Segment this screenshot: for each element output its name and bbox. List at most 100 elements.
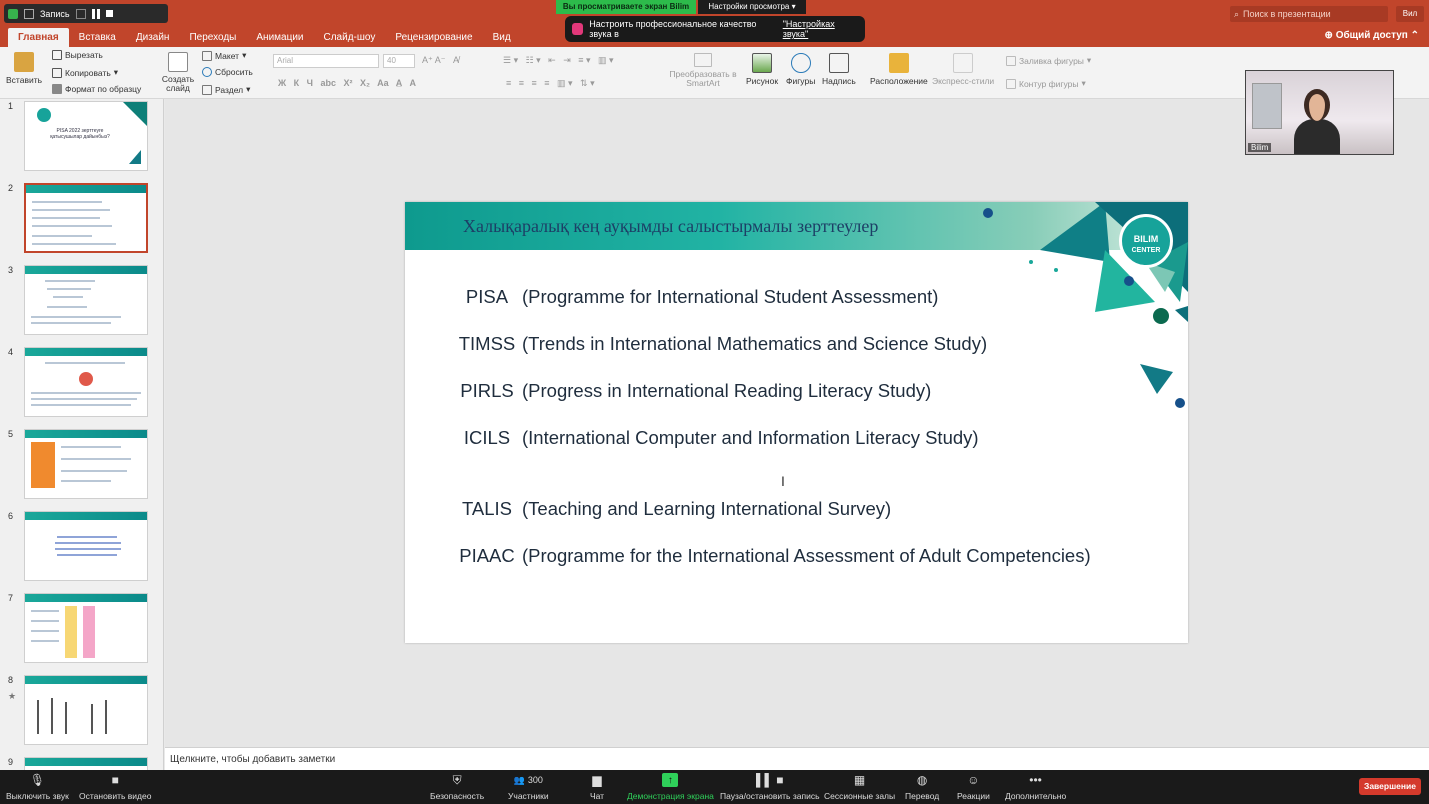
- zoom-toolbar: 🎙 Выключить звук ■ Остановить видео ⛨ Безоп…: [0, 770, 1429, 804]
- share-screen-icon: ↑: [662, 773, 679, 787]
- audio-settings-link[interactable]: "Настройках звука": [783, 19, 858, 39]
- shapes-button[interactable]: Фигуры: [786, 53, 815, 86]
- reactions-button[interactable]: ☺ Реакции: [957, 773, 990, 801]
- study-item-talis[interactable]: TALIS (Teaching and Learning Internationa…: [452, 498, 891, 520]
- arrange-button[interactable]: Расположение: [870, 53, 928, 86]
- study-item-icils[interactable]: ICILS (International Computer and Informa…: [452, 427, 979, 449]
- slide-thumbnail[interactable]: 3: [0, 263, 163, 339]
- reset-button[interactable]: Сбросить: [202, 67, 253, 77]
- deco-dot: [1175, 398, 1185, 408]
- font-size-select[interactable]: 40: [383, 54, 415, 68]
- font-size-controls[interactable]: A⁺ A⁻ A̸: [422, 55, 459, 66]
- text-style-buttons[interactable]: Ж К Ч abc X² X₂ Aa A̲ A: [278, 78, 416, 88]
- share-banner: Вы просматриваете экран Bilim: [556, 0, 696, 14]
- study-item-pisa[interactable]: PISA (Programme for International Student…: [452, 286, 939, 308]
- mute-button[interactable]: 🎙 Выключить звук: [6, 773, 69, 801]
- end-meeting-button[interactable]: Завершение: [1359, 778, 1421, 795]
- deco-dot: [1054, 268, 1058, 272]
- shape-fill-button[interactable]: Заливка фигуры ▾: [1006, 55, 1091, 66]
- slide-thumbnail[interactable]: 7: [0, 591, 163, 667]
- shapes-icon: [790, 53, 811, 73]
- study-item-pirls[interactable]: PIRLS (Progress in International Reading …: [452, 380, 931, 402]
- study-item-timss[interactable]: TIMSS (Trends in International Mathematic…: [452, 333, 987, 355]
- participant-video: [1294, 89, 1340, 154]
- align-buttons[interactable]: ≡ ≡ ≡ ≡ ▥ ▾ ⇅ ▾: [506, 78, 595, 89]
- star-icon: ★: [8, 691, 17, 701]
- textbox-button[interactable]: Надпись: [822, 53, 856, 86]
- tab-design[interactable]: Дизайн: [126, 28, 180, 47]
- layout-icon: [202, 50, 212, 61]
- view-settings-button[interactable]: Настройки просмотра ▾: [698, 0, 806, 14]
- pause-recording-button[interactable]: ▌▌ ■ Пауза/остановить запись: [720, 773, 820, 801]
- fill-icon: [1006, 55, 1016, 66]
- deco-triangle: [1040, 202, 1110, 262]
- participants-button[interactable]: 👥 300 Участники: [508, 773, 549, 802]
- search-input[interactable]: Поиск в презентации: [1243, 9, 1331, 19]
- stop-icon[interactable]: [105, 10, 113, 17]
- new-slide-button[interactable]: Создать слайд: [160, 52, 196, 93]
- quick-styles-button[interactable]: Экспресс-стили: [932, 53, 994, 86]
- deco-dot: [1124, 276, 1134, 286]
- shape-outline-button[interactable]: Контур фигуры ▾: [1006, 78, 1086, 89]
- tab-home[interactable]: Главная: [8, 28, 69, 47]
- share-screen-button[interactable]: ↑ Демонстрация экрана: [627, 773, 714, 801]
- participant-name: Bilim: [1248, 143, 1272, 152]
- format-painter-button[interactable]: Формат по образцу: [52, 84, 141, 94]
- tab-slideshow[interactable]: Слайд-шоу: [314, 28, 386, 47]
- shield-icon: [8, 8, 18, 19]
- chat-button[interactable]: ▆ Чат: [589, 773, 605, 801]
- user-button[interactable]: Вил: [1396, 6, 1424, 22]
- translate-button[interactable]: ◍ Перевод: [905, 773, 939, 801]
- picture-button[interactable]: Рисунок: [746, 53, 778, 86]
- font-name-select[interactable]: Arial: [273, 54, 379, 68]
- pause-icon[interactable]: [91, 8, 100, 19]
- presentation-search[interactable]: ⌕ Поиск в презентации: [1230, 6, 1388, 22]
- slide-thumbnail[interactable]: 6: [0, 509, 163, 585]
- breakout-rooms-button[interactable]: ▦ Сессионные залы: [824, 773, 895, 801]
- chat-icon: ▆: [592, 773, 602, 787]
- security-button[interactable]: ⛨ Безопасность: [430, 773, 484, 802]
- tab-transitions[interactable]: Переходы: [179, 28, 246, 47]
- ribbon-home: Вставить Вырезать Копировать ▾ Формат по…: [0, 47, 1429, 99]
- webcam-video[interactable]: Bilim: [1245, 70, 1394, 155]
- slide-thumbnails-pane[interactable]: 1 PISA 2022 зерттеуге қатысушылар дайынб…: [0, 99, 164, 770]
- layout-button[interactable]: Макет ▾: [202, 50, 246, 61]
- slide-thumbnail[interactable]: 9: [0, 755, 163, 770]
- slide-thumbnail[interactable]: 1 PISA 2022 зерттеуге қатысушылар дайынб…: [0, 99, 163, 175]
- tab-view[interactable]: Вид: [483, 28, 521, 47]
- search-icon: ⌕: [1234, 8, 1240, 19]
- list-buttons[interactable]: ☰ ▾ ☷ ▾ ⇤ ⇥ ≡ ▾ ▥ ▾: [503, 55, 614, 66]
- deco-triangle: [1140, 364, 1173, 394]
- stop-video-button[interactable]: ■ Остановить видео: [79, 773, 151, 801]
- copy-button[interactable]: Копировать ▾: [52, 67, 118, 78]
- brush-icon: [52, 84, 62, 94]
- print-icon[interactable]: [75, 8, 86, 19]
- slide-thumbnail-selected[interactable]: 2: [0, 181, 163, 257]
- cut-button[interactable]: Вырезать: [52, 50, 103, 60]
- arrange-icon: [888, 53, 909, 73]
- video-camera-icon: ■: [111, 773, 119, 787]
- share-button[interactable]: ⊕ Общий доступ ⌃: [1325, 30, 1419, 41]
- current-slide[interactable]: Халықаралық кең ауқымды салыстырмалы зер…: [405, 202, 1188, 643]
- paste-button[interactable]: Вставить: [6, 52, 42, 85]
- clipboard-icon: [14, 52, 35, 72]
- study-item-piaac[interactable]: PIAAC (Programme for the International As…: [452, 545, 1090, 567]
- quick-styles-icon: [953, 53, 974, 73]
- bilim-center-logo: BILIM CENTER: [1119, 214, 1173, 268]
- picture-icon: [752, 53, 773, 73]
- convert-smartart-button[interactable]: Преобразовать в SmartArt: [668, 53, 738, 88]
- copy-icon: [52, 67, 62, 78]
- recording-icon[interactable]: [24, 8, 34, 19]
- tab-review[interactable]: Рецензирование: [385, 28, 482, 47]
- scissors-icon: [52, 50, 62, 60]
- slide-thumbnail[interactable]: 5: [0, 427, 163, 503]
- section-button[interactable]: Раздел ▾: [202, 84, 250, 95]
- pause-icon: ▌▌ ■: [755, 773, 784, 787]
- textbox-icon: [828, 53, 849, 73]
- tab-animations[interactable]: Анимации: [246, 28, 313, 47]
- slide-thumbnail[interactable]: 8 ★: [0, 673, 163, 749]
- notes-pane[interactable]: Щелкните, чтобы добавить заметки: [165, 747, 1429, 770]
- more-button[interactable]: ••• Дополнительно: [1005, 773, 1066, 801]
- tab-insert[interactable]: Вставка: [69, 28, 126, 47]
- slide-thumbnail[interactable]: 4: [0, 345, 163, 421]
